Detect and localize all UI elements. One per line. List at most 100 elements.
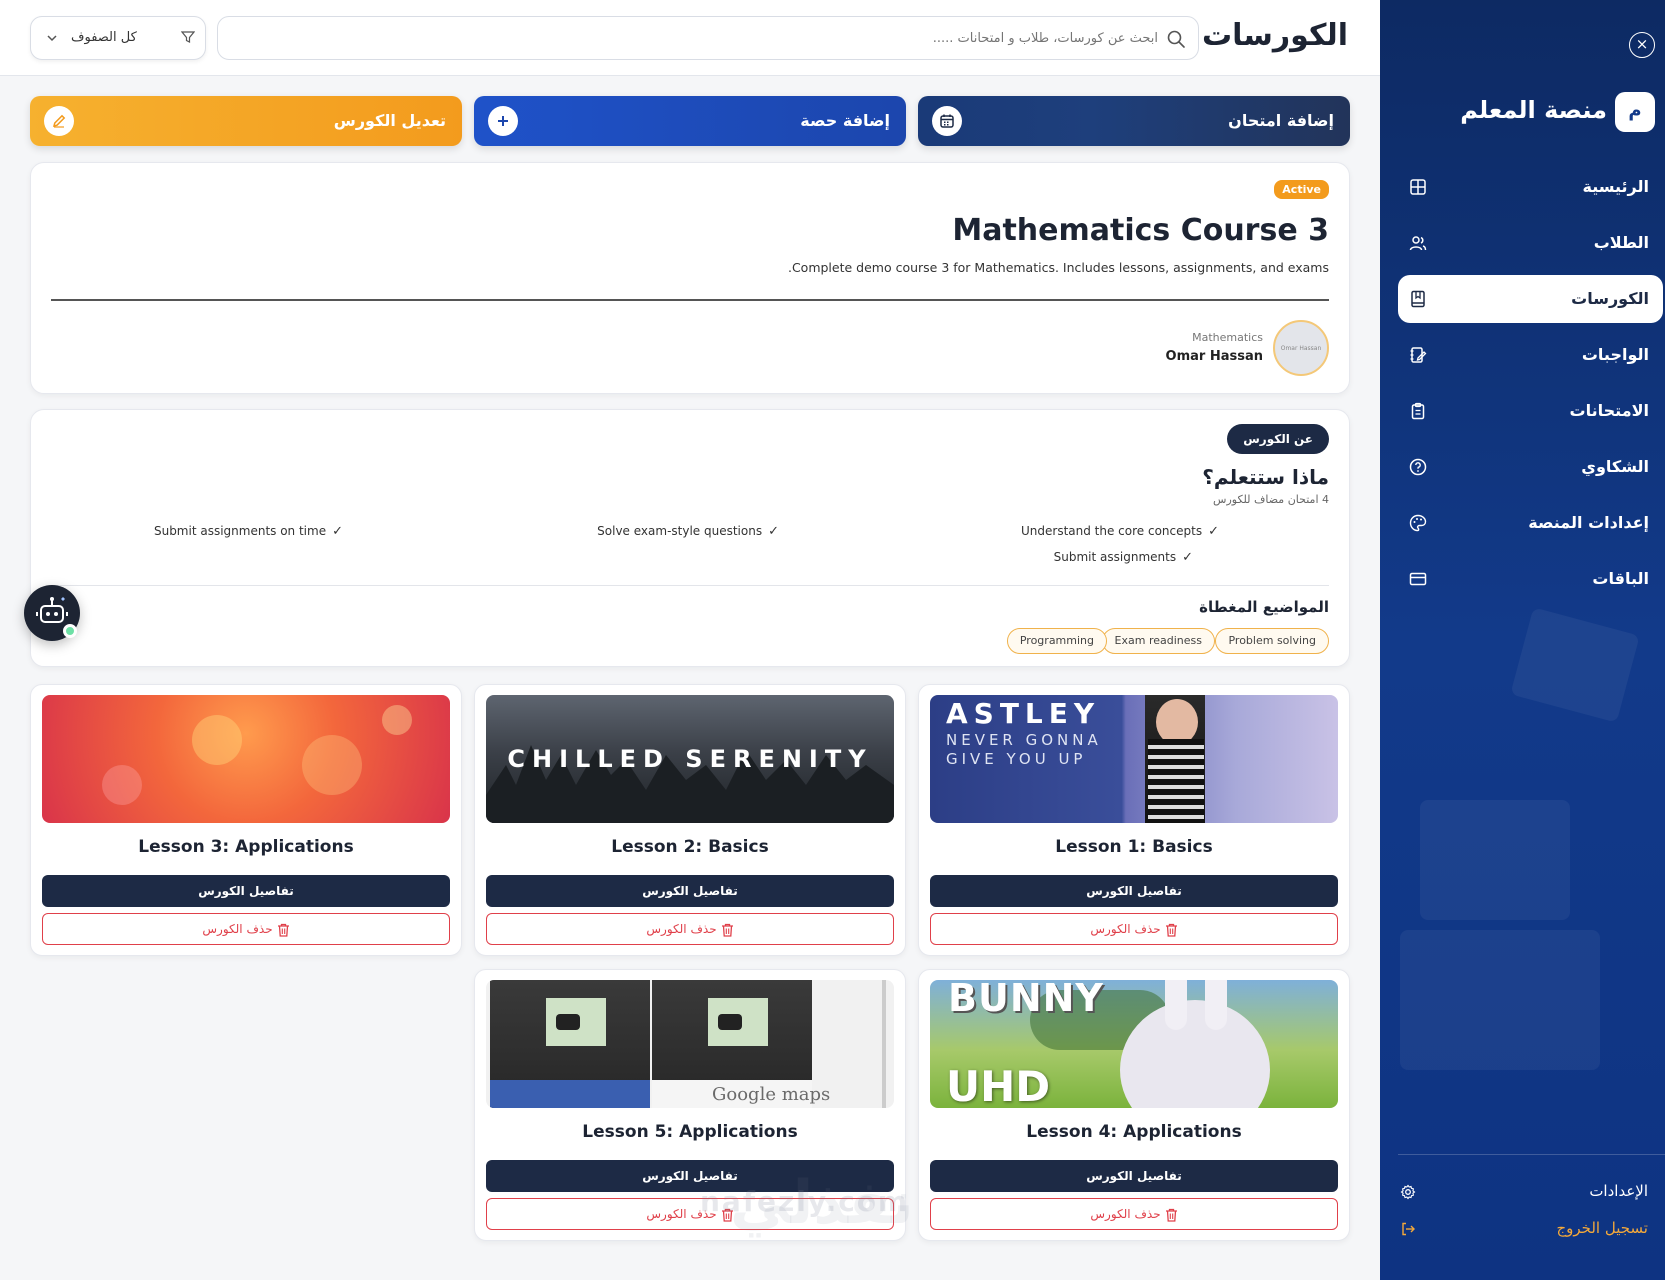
watermark: nafezly.com	[700, 1185, 910, 1218]
sidebar-item-label: إعدادات المنصة	[1528, 513, 1649, 532]
course-details-button[interactable]: تفاصيل الكورس	[930, 875, 1338, 907]
pencil-icon	[44, 106, 74, 136]
course-info-card: Active Mathematics Course 3 Complete dem…	[30, 162, 1350, 394]
delete-course-button[interactable]: حذف الكورس	[930, 913, 1338, 945]
users-icon	[1409, 236, 1427, 251]
edit-course-button[interactable]: تعديل الكورس	[30, 96, 462, 146]
sidebar: × م منصة المعلم الرئيسية الطلاب الكورسات…	[1380, 0, 1665, 1280]
search-input[interactable]	[258, 25, 1158, 51]
online-indicator	[63, 624, 77, 638]
sidebar-settings-link[interactable]: الإعدادات	[1400, 1180, 1648, 1204]
search-box[interactable]	[217, 16, 1199, 60]
status-badge: Active	[1274, 180, 1329, 199]
topic-chip: Exam readiness	[1101, 628, 1215, 654]
grade-filter-label: كل الصفوف	[71, 30, 137, 45]
learn-item-text: Submit assignments on time	[153, 524, 327, 538]
sidebar-logout-link[interactable]: تسجيل الخروج	[1402, 1217, 1648, 1241]
learn-title: ماذا ستتعلم؟	[1202, 465, 1329, 489]
lesson-thumbnail[interactable]	[42, 695, 450, 823]
sidebar-item-label: الكورسات	[1571, 289, 1649, 308]
course-title: Mathematics Course 3	[952, 213, 1329, 248]
thumbnail-subtext: UHD	[946, 1062, 1051, 1108]
course-details-button[interactable]: تفاصيل الكورس	[42, 875, 450, 907]
credit-card-icon	[1409, 572, 1427, 586]
sidebar-item-label: الرئيسية	[1582, 177, 1650, 196]
decoration	[1400, 930, 1600, 1070]
brand-name: منصة المعلم	[1460, 96, 1607, 124]
lesson-title: Lesson 3: Applications	[138, 837, 354, 857]
teacher-subject: Mathematics	[1192, 331, 1263, 344]
trash-icon	[1165, 1208, 1177, 1222]
sidebar-separator	[1398, 1154, 1665, 1155]
delete-course-button[interactable]: حذف الكورس	[486, 913, 894, 945]
page-title: الكورسات	[1202, 18, 1348, 53]
lesson-title: Lesson 2: Basics	[611, 837, 769, 857]
grid-icon	[1410, 179, 1426, 195]
course-details-button[interactable]: تفاصيل الكورس	[930, 1160, 1338, 1192]
teacher-name: Omar Hassan	[1165, 349, 1263, 364]
help-circle-icon	[1409, 458, 1427, 476]
course-description: Complete demo course 3 for Mathematics. …	[787, 260, 1329, 275]
sidebar-item-exams[interactable]: الامتحانات	[1398, 387, 1663, 435]
check-icon: ✓	[332, 524, 343, 539]
close-icon[interactable]: ×	[1629, 32, 1655, 58]
sidebar-item-assignments[interactable]: الواجبات	[1398, 331, 1663, 379]
learn-item: Understand the core concepts ✓	[1021, 524, 1219, 539]
clipboard-icon	[1411, 402, 1425, 420]
delete-label: حذف الكورس	[1090, 1207, 1161, 1221]
learn-item-text: Submit assignments	[1053, 550, 1177, 564]
grade-filter-select[interactable]: كل الصفوف	[30, 16, 206, 60]
lesson-title: Lesson 1: Basics	[1055, 837, 1213, 857]
course-details-button[interactable]: تفاصيل الكورس	[486, 875, 894, 907]
lesson-thumbnail[interactable]: CHILLED SERENITY	[486, 695, 894, 823]
trash-icon	[1165, 923, 1177, 937]
learn-item-text: Solve exam-style questions	[597, 524, 763, 538]
divider	[51, 299, 1329, 301]
brand-logo: م	[1615, 92, 1655, 132]
avatar-text: Omar Hassan	[1280, 344, 1322, 352]
teacher-avatar: Omar Hassan	[1273, 320, 1329, 376]
sidebar-item-label: الباقات	[1592, 569, 1649, 588]
chevron-down-icon	[47, 35, 57, 42]
delete-course-button[interactable]: حذف الكورس	[930, 1198, 1338, 1230]
search-icon	[1167, 30, 1185, 48]
about-course-card: عن الكورس ماذا ستتعلم؟ 4 امتحان مضاف للك…	[30, 409, 1350, 667]
lesson-thumbnail[interactable]: BUNNY UHD	[930, 980, 1338, 1108]
learn-item-text: Understand the core concepts	[1021, 524, 1203, 538]
lesson-title: Lesson 5: Applications	[582, 1122, 798, 1142]
topics-title: المواضيع المغطاة	[1199, 598, 1329, 616]
gear-icon	[1400, 1184, 1416, 1200]
trash-icon	[721, 923, 733, 937]
chatbot-button[interactable]	[24, 585, 80, 641]
thumbnail-subtext: NEVER GONNA GIVE YOU UP	[946, 731, 1102, 768]
sidebar-item-label: الواجبات	[1581, 345, 1649, 364]
logout-label: تسجيل الخروج	[1556, 1219, 1648, 1237]
sidebar-item-home[interactable]: الرئيسية	[1398, 163, 1663, 211]
lesson-card: Lesson 3: Applications تفاصيل الكورس حذف…	[30, 684, 462, 956]
delete-label: حذف الكورس	[1090, 922, 1161, 936]
thumbnail-text: CHILLED SERENITY	[507, 745, 873, 773]
lesson-thumbnail[interactable]: ASTLEY NEVER GONNA GIVE YOU UP	[930, 695, 1338, 823]
add-exam-button[interactable]: إضافة امتحان	[918, 96, 1350, 146]
sidebar-item-packages[interactable]: الباقات	[1398, 555, 1663, 603]
top-bar: الكورسات كل الصفوف	[0, 0, 1380, 76]
delete-course-button[interactable]: حذف الكورس	[42, 913, 450, 945]
trash-icon	[277, 923, 289, 937]
sidebar-item-students[interactable]: الطلاب	[1398, 219, 1663, 267]
sidebar-item-platform-settings[interactable]: إعدادات المنصة	[1398, 499, 1663, 547]
add-lesson-label: إضافة حصة	[800, 111, 890, 130]
sidebar-item-courses[interactable]: الكورسات	[1398, 275, 1663, 323]
lesson-thumbnail[interactable]: Google maps	[486, 980, 894, 1108]
filter-icon	[181, 31, 195, 43]
sidebar-item-complaints[interactable]: الشكاوي	[1398, 443, 1663, 491]
decoration	[1420, 800, 1570, 920]
plus-icon	[488, 106, 518, 136]
thumbnail-text: ASTLEY	[946, 697, 1101, 730]
add-lesson-button[interactable]: إضافة حصة	[474, 96, 906, 146]
check-icon: ✓	[1182, 550, 1193, 565]
delete-label: حذف الكورس	[202, 922, 273, 936]
lesson-card: BUNNY UHD Lesson 4: Applications تفاصيل …	[918, 969, 1350, 1241]
sidebar-item-label: الامتحانات	[1569, 401, 1649, 420]
thumbnail-text: BUNNY	[948, 980, 1104, 1020]
lesson-card: ASTLEY NEVER GONNA GIVE YOU UP Lesson 1:…	[918, 684, 1350, 956]
